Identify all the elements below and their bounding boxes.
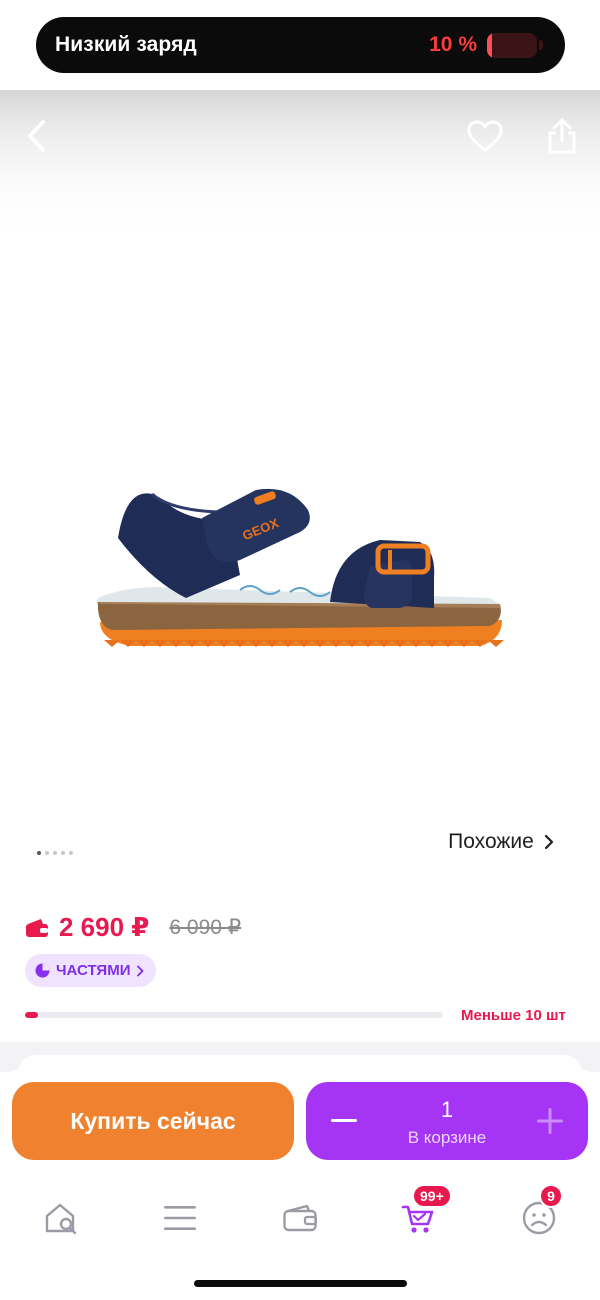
price-row: 2 690 ₽ 6 090 ₽ (25, 912, 241, 943)
stock-progress-fill (25, 1012, 38, 1018)
battery-tip (539, 40, 543, 50)
battery-fill (487, 32, 492, 58)
product-image: GEOX (97, 488, 504, 647)
old-price: 6 090 ₽ (169, 916, 242, 939)
share-icon (548, 118, 576, 154)
chevron-right-icon (137, 965, 144, 976)
profile-badge: 9 (539, 1184, 563, 1208)
low-battery-title: Низкий заряд (55, 33, 197, 56)
pagination-dot (69, 851, 73, 855)
similar-button[interactable]: Похожие (428, 820, 574, 864)
favorite-button[interactable] (461, 112, 509, 160)
installment-button[interactable]: ЧАСТЯМИ (25, 954, 157, 987)
installment-label: ЧАСТЯМИ (56, 962, 131, 979)
gallery-pagination (37, 851, 73, 855)
wallet-icon (283, 1204, 317, 1232)
section-divider (0, 1042, 600, 1095)
increase-quantity-button[interactable] (532, 1102, 568, 1140)
back-button[interactable] (14, 112, 62, 160)
chevron-left-icon (28, 120, 45, 152)
similar-label: Похожие (448, 830, 534, 853)
buy-now-button[interactable]: Купить сейчас (12, 1082, 294, 1160)
pie-chart-icon (35, 963, 50, 978)
heart-icon (467, 120, 503, 152)
tab-cart[interactable]: 99+ (388, 1184, 452, 1248)
price-card: 2 690 ₽ 6 090 ₽ ЧАСТЯМИ Меньше 10 шт (0, 890, 600, 1042)
cart-badge: 99+ (412, 1184, 452, 1208)
battery-icon (487, 32, 537, 58)
low-battery-banner: Низкий заряд 10 % (36, 17, 565, 73)
bottom-bar: Купить сейчас 1 В корзине 99+ 9 (0, 1070, 600, 1300)
menu-icon (164, 1206, 196, 1230)
tab-profile[interactable]: 9 (509, 1184, 569, 1248)
share-button[interactable] (538, 112, 586, 160)
battery-status: 10 % (429, 32, 543, 58)
tab-wallet[interactable] (270, 1188, 330, 1248)
cart-quantity-control: 1 В корзине (306, 1082, 588, 1160)
pagination-dot (61, 851, 65, 855)
tab-bar: 99+ 9 (0, 1184, 600, 1248)
wallet-icon (26, 918, 48, 937)
home-indicator (194, 1280, 407, 1287)
tab-home-search[interactable] (31, 1188, 91, 1248)
tab-catalog[interactable] (150, 1188, 210, 1248)
pagination-dot (53, 851, 57, 855)
stock-label: Меньше 10 шт (461, 1007, 566, 1024)
plus-icon (537, 1108, 563, 1134)
battery-percent: 10 % (429, 33, 477, 56)
home-search-icon (45, 1203, 77, 1235)
current-price: 2 690 ₽ (59, 912, 150, 942)
pagination-dot (37, 851, 41, 855)
stock-progress-bar (25, 1012, 443, 1018)
chevron-right-icon (544, 834, 553, 850)
pagination-dot (45, 851, 49, 855)
